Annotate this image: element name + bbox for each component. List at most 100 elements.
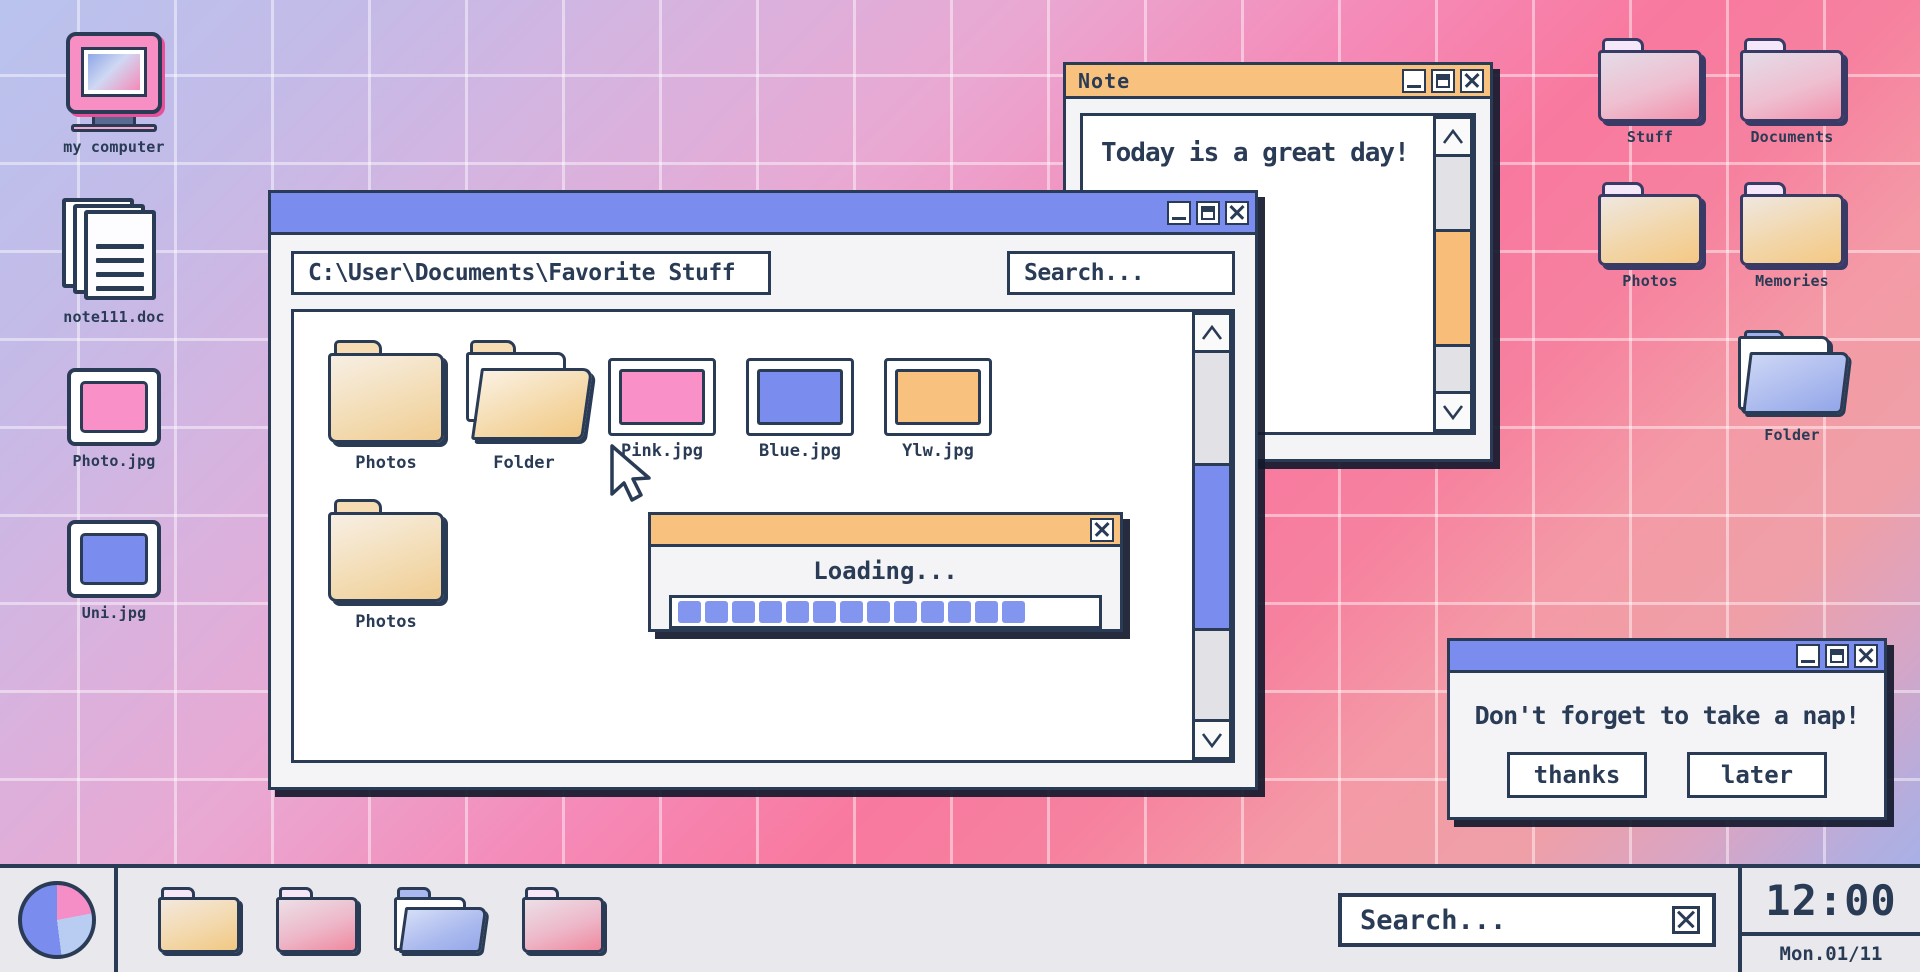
taskbar-item-folder-tan[interactable] [158,887,240,953]
chevron-up-icon[interactable] [1436,119,1470,157]
image-icon [884,358,992,436]
desktop-icon-documents[interactable]: Documents [1730,38,1854,146]
minimize-icon[interactable] [1796,643,1820,668]
thanks-button[interactable]: thanks [1507,752,1647,798]
chevron-down-icon[interactable] [1195,719,1229,757]
loading-titlebar[interactable] [651,515,1120,547]
taskbar-item-folder-pink[interactable] [276,887,358,953]
desktop-icon-stuff[interactable]: Stuff [1588,38,1712,146]
taskbar-search-input[interactable]: Search... [1338,893,1716,947]
folder-pink-icon [1598,38,1702,122]
folder-tan-icon [1740,182,1844,266]
progress-block [840,601,863,623]
image-icon [746,358,854,436]
file-item-ylw-jpg[interactable]: Ylw.jpg [880,340,996,473]
clock-time: 12:00 [1742,868,1920,936]
desktop-icon-label: Documents [1750,128,1834,146]
desktop-icon-label: Photo.jpg [72,452,156,470]
progress-block [759,601,782,623]
mouse-cursor-icon [610,444,651,502]
minimize-icon[interactable] [1402,68,1426,93]
progress-block [786,601,809,623]
close-icon[interactable] [1460,68,1484,93]
desktop-icon-my-computer[interactable]: my computer [52,32,176,156]
loading-label: Loading... [813,557,958,585]
nap-content: Don't forget to take a nap! thanks later [1450,673,1884,816]
image-icon [67,368,161,446]
progress-block [732,601,755,623]
maximize-icon[interactable] [1825,643,1849,668]
taskbar: Search... 12:00 Mon.01/11 [0,864,1920,972]
maximize-icon[interactable] [1431,68,1455,93]
document-stack-icon [62,198,166,302]
note-titlebar[interactable]: Note [1066,65,1490,99]
file-item-folder[interactable]: Folder [466,340,594,473]
image-icon [608,358,716,436]
desktop-icon-label: Folder [1764,426,1820,444]
folder-tan-icon [1598,182,1702,266]
start-button[interactable] [0,868,118,972]
file-label: Folder [493,453,555,473]
progress-bar [669,595,1102,629]
desktop-icon-label: note111.doc [63,308,165,326]
chevron-up-icon[interactable] [1195,315,1229,353]
taskbar-clock: 12:00 Mon.01/11 [1738,868,1920,972]
computer-icon [52,32,176,132]
progress-block [867,601,890,623]
file-label: Photos [355,612,417,632]
close-icon[interactable] [1225,200,1249,225]
desktop-icon-uni-jpg[interactable]: Uni.jpg [52,520,176,622]
close-icon[interactable] [1854,643,1878,668]
nap-message: Don't forget to take a nap! [1474,701,1861,730]
clear-search-icon[interactable] [1672,906,1700,934]
desktop-icon-label: Uni.jpg [81,604,147,622]
taskbar-item-folder-pink-2[interactable] [522,887,604,953]
progress-block [678,601,701,623]
nap-reminder-dialog[interactable]: Don't forget to take a nap! thanks later [1447,638,1887,820]
minimize-icon[interactable] [1167,200,1191,225]
taskbar-items [118,887,604,953]
file-item-photos-2[interactable]: Photos [328,499,444,632]
loading-dialog[interactable]: Loading... [648,512,1123,632]
progress-block [813,601,836,623]
taskbar-item-folder-open-blue[interactable] [394,887,488,953]
desktop-icon-label: Stuff [1626,128,1674,146]
desktop-icon-note111[interactable]: note111.doc [52,198,176,326]
note-scrollbar[interactable] [1433,116,1473,432]
close-icon[interactable] [1090,517,1114,542]
file-item-photos[interactable]: Photos [328,340,444,473]
explorer-toolbar: C:\User\Documents\Favorite Stuff Search.… [271,235,1255,309]
progress-block [921,601,944,623]
desktop-icon-photos[interactable]: Photos [1588,182,1712,290]
path-input[interactable]: C:\User\Documents\Favorite Stuff [291,251,771,295]
desktop-icon-label: Memories [1755,272,1829,290]
progress-block [1002,601,1025,623]
folder-icon [328,499,444,607]
folder-open-icon [466,340,594,448]
file-label: Blue.jpg [759,441,841,461]
chevron-down-icon[interactable] [1436,391,1470,429]
explorer-scrollbar[interactable] [1192,312,1232,760]
file-label: Ylw.jpg [902,441,974,461]
explorer-titlebar[interactable] [271,193,1255,235]
nap-titlebar[interactable] [1450,641,1884,673]
pie-chart-icon [18,881,96,959]
maximize-icon[interactable] [1196,200,1220,225]
image-icon [67,520,161,598]
file-label: Photos [355,453,417,473]
file-item-blue-jpg[interactable]: Blue.jpg [742,340,858,473]
search-input[interactable]: Search... [1007,251,1235,295]
folder-pink-icon [1740,38,1844,122]
desktop-icon-label: my computer [63,138,165,156]
desktop-icon-photo-jpg[interactable]: Photo.jpg [52,368,176,470]
note-title: Note [1078,68,1131,93]
progress-block [894,601,917,623]
desktop-icon-folder[interactable]: Folder [1730,330,1854,444]
progress-block [975,601,998,623]
progress-block [948,601,971,623]
desktop-icon-memories[interactable]: Memories [1730,182,1854,290]
clock-date: Mon.01/11 [1779,943,1883,965]
desktop-icon-label: Photos [1622,272,1678,290]
later-button[interactable]: later [1687,752,1827,798]
file-explorer-window[interactable]: C:\User\Documents\Favorite Stuff Search.… [268,190,1258,790]
